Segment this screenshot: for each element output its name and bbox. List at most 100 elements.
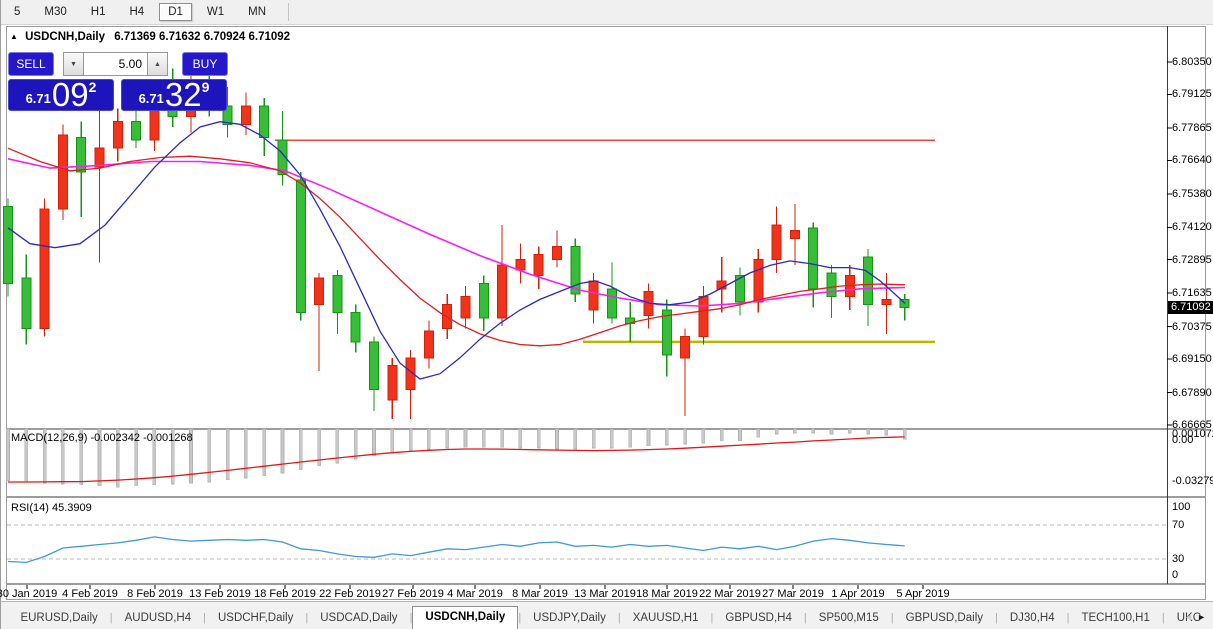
macd-bar: [702, 429, 705, 443]
candle: [132, 122, 141, 141]
macd-bar: [574, 429, 577, 449]
macd-bar: [244, 429, 247, 478]
macd-bar: [446, 429, 449, 448]
current-price-badge: 6.71092: [1168, 301, 1213, 314]
candle: [424, 331, 433, 358]
rsi-axis-tick: 30: [1172, 553, 1184, 565]
macd-axis-zero: 0.00: [1172, 434, 1193, 446]
volume-increase-button[interactable]: ▲: [147, 52, 168, 76]
chart-tab-usdcad[interactable]: USDCAD,Daily: [308, 608, 409, 629]
macd-bar: [519, 429, 522, 448]
chart-tab-audusd[interactable]: AUDUSD,H4: [113, 608, 203, 629]
candle: [589, 281, 598, 310]
candle: [699, 297, 708, 337]
candle: [553, 246, 562, 259]
macd-bar: [482, 429, 485, 447]
candle: [754, 260, 763, 302]
candle: [772, 225, 781, 259]
window-edge: [0, 0, 1, 629]
symbol-period-label: USDCNH,Daily: [25, 31, 105, 43]
candle: [315, 278, 324, 305]
candle: [864, 257, 873, 305]
candle: [95, 148, 104, 167]
volume-decrease-button[interactable]: ▼: [63, 52, 84, 76]
price-axis-tick: 6.70375: [1172, 321, 1212, 333]
volume-input[interactable]: [84, 52, 147, 76]
ohlc-values: 6.71369 6.71632 6.70924 6.71092: [114, 31, 290, 43]
price-axis-tick: 6.79125: [1172, 88, 1212, 100]
macd-bar: [427, 429, 430, 449]
macd-bar: [592, 429, 595, 448]
candle: [241, 106, 250, 125]
macd-bar: [812, 429, 815, 433]
buy-price-tile[interactable]: 6.71 32 9: [121, 79, 227, 111]
macd-bar: [885, 429, 888, 435]
macd-bar: [684, 429, 687, 444]
candle: [40, 209, 49, 328]
macd-bar: [665, 429, 668, 445]
mt4-window: 5M30H1H4D1W1MN ▲ USDCNH,Daily 6.71369 6.…: [0, 0, 1213, 629]
candle: [260, 106, 269, 138]
chart-tab-sp500[interactable]: SP500,M15: [807, 608, 891, 629]
sell-price-tile[interactable]: 6.71 09 2: [8, 79, 114, 111]
tab-scroll-arrows: ◄►: [1184, 612, 1210, 622]
macd-bar: [556, 429, 559, 449]
chart-tab-eurusd[interactable]: EURUSD,Daily: [8, 608, 109, 629]
chart-tab-usdcnh[interactable]: USDCNH,Daily: [412, 606, 518, 629]
macd-bar: [373, 429, 376, 456]
candle: [461, 297, 470, 318]
candle: [809, 228, 818, 289]
chart-tab-usdchf[interactable]: USDCHF,Daily: [206, 608, 305, 629]
candle: [790, 230, 799, 238]
buy-price-prefix: 6.71: [139, 91, 164, 106]
collapse-icon[interactable]: ▲: [10, 32, 18, 41]
chart-tab-gbpusd[interactable]: GBPUSD,H4: [713, 608, 803, 629]
buy-price-big: 32: [165, 80, 202, 110]
macd-bar: [830, 429, 833, 434]
candle: [479, 283, 488, 317]
candle: [22, 278, 31, 328]
macd-bar: [281, 429, 284, 473]
rsi-axis-tick: 70: [1172, 519, 1184, 531]
chart-tab-xauusd[interactable]: XAUUSD,H1: [621, 608, 711, 629]
sell-price-prefix: 6.71: [26, 91, 51, 106]
tab-scroll-left-icon[interactable]: ◄: [1184, 612, 1197, 622]
macd-bar: [409, 429, 412, 451]
chevron-up-icon: ▲: [154, 61, 161, 68]
buy-price-pip: 9: [202, 79, 210, 95]
rsi-value: 45.3909: [52, 502, 92, 514]
macd-bar: [299, 429, 302, 470]
date-axis-tick: 5 Apr 2019: [881, 588, 965, 600]
candle: [534, 254, 543, 275]
chart-tab-bar: EURUSD,Daily|AUDUSD,H4|USDCHF,Daily|USDC…: [0, 601, 1213, 629]
sell-button[interactable]: SELL: [8, 52, 54, 76]
macd-bar: [647, 429, 650, 446]
tab-scroll-right-icon[interactable]: ►: [1197, 612, 1210, 622]
candle: [351, 313, 360, 342]
rsi-label: RSI(14) 45.3909: [11, 502, 92, 514]
macd-label: MACD(12,26,9) -0.002342 -0.001268: [11, 432, 193, 444]
macd-bar: [208, 429, 211, 482]
macd-bar: [793, 429, 796, 433]
macd-value-main: -0.002342: [90, 432, 140, 444]
sell-price-big: 09: [52, 80, 89, 110]
macd-bar: [867, 429, 870, 434]
chart-tab-gbpusd[interactable]: GBPUSD,Daily: [894, 608, 995, 629]
chart-title: ▲ USDCNH,Daily 6.71369 6.71632 6.70924 6…: [10, 31, 290, 43]
candle: [827, 273, 836, 297]
chart-tab-dj30[interactable]: DJ30,H4: [998, 608, 1067, 629]
chart-tab-tech100[interactable]: TECH100,H1: [1069, 608, 1161, 629]
macd-bar: [610, 429, 613, 448]
candle: [296, 180, 305, 313]
price-axis-tick: 6.80350: [1172, 56, 1212, 68]
macd-axis-bottom: -0.032799: [1172, 475, 1213, 487]
macd-value-signal: -0.001268: [143, 432, 193, 444]
macd-bar: [537, 429, 540, 448]
chart-tab-usdjpy[interactable]: USDJPY,Daily: [521, 608, 618, 629]
buy-button[interactable]: BUY: [182, 52, 228, 76]
price-axis-tick: 6.69150: [1172, 353, 1212, 365]
price-axis-tick: 6.71635: [1172, 287, 1212, 299]
moving-average: [8, 148, 905, 346]
candle: [58, 135, 67, 209]
macd-bar: [464, 429, 467, 447]
